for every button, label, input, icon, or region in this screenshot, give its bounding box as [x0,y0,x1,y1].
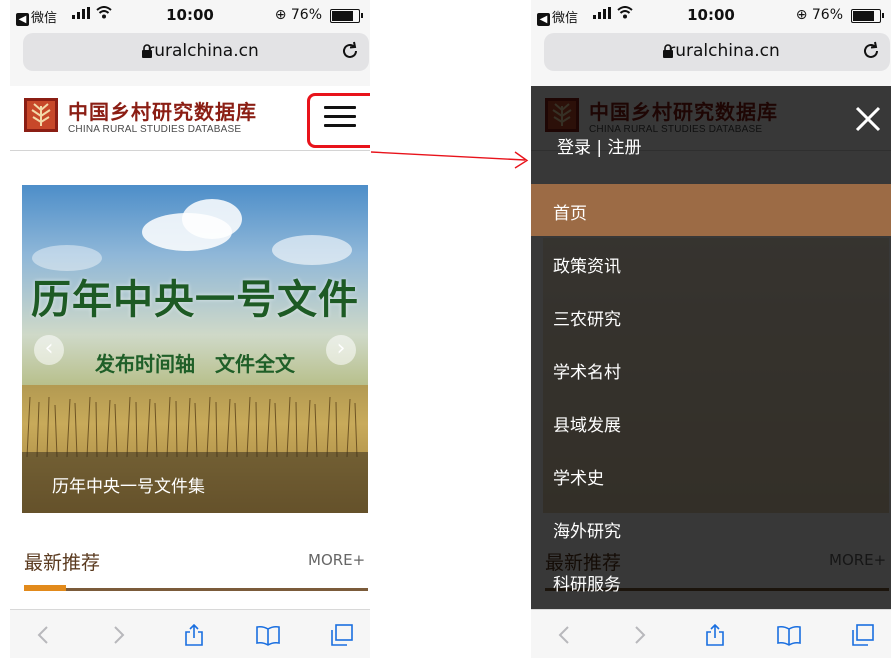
more-link[interactable]: MORE+ [308,551,365,569]
chevron-left-icon: ‹ [44,336,54,361]
url-field[interactable]: ruralchina.cn [544,33,890,71]
login-register-link[interactable]: 登录 | 注册 [557,133,642,158]
carousel-prev-button[interactable]: ‹ [34,335,64,365]
section-accent-bar [24,585,66,591]
menu-item[interactable]: 首页 [531,184,891,236]
menu-item[interactable]: 学术名村 [531,343,891,395]
battery-percent: ⊕ 76% [795,7,843,23]
menu-item-label: 科研服务 [553,575,621,595]
status-bar: ◀ 微信 10:00 ⊕ 76% [10,0,370,30]
tabs-icon[interactable] [851,624,875,646]
forward-icon[interactable] [106,624,130,646]
close-icon[interactable] [853,104,883,134]
carousel-next-button[interactable]: › [326,335,356,365]
menu-item[interactable]: 三农研究 [531,290,891,342]
logo-icon [24,98,58,132]
battery-percent-value: 76% [290,7,322,23]
reload-icon[interactable] [860,40,882,62]
menu-item-label: 学术史 [553,469,604,489]
menu-item-label: 县域发展 [553,416,621,436]
menu-item[interactable]: 政策资讯 [531,237,891,289]
site-name-cn: 中国乡村研究数据库 [68,100,257,124]
browser-toolbar [531,609,891,658]
chevron-right-icon: › [336,336,346,361]
menu-item[interactable]: 县域发展 [531,396,891,448]
battery-icon [851,9,884,23]
bookmarks-icon[interactable] [777,624,801,646]
highlight-annotation-box [307,93,370,148]
bookmarks-icon[interactable] [256,624,280,646]
battery-icon [330,9,363,23]
banner-carousel[interactable]: 历年中央一号文件 发布时间轴 文件全文 ‹ › 历年中央一号文件集 [22,185,368,513]
menu-item-label: 学术名村 [553,363,621,383]
phone-screen-before: ◀ 微信 10:00 ⊕ 76% ruralchina.cn 中国乡村研究数据库 … [10,0,370,658]
menu-item-label: 海外研究 [553,522,621,542]
browser-address-bar: ruralchina.cn [10,30,370,86]
battery-percent: ⊕ 76% [274,7,322,23]
banner-subtitle: 发布时间轴 文件全文 [95,352,295,376]
url-text: ruralchina.cn [668,41,780,61]
menu-item[interactable]: 海外研究 [531,502,891,554]
phone-screen-after: ◀微信 10:00 ⊕ 76% ruralchina.cn 中国乡村研究数据库 … [531,0,891,658]
banner-caption: 历年中央一号文件集 [52,477,205,497]
browser-address-bar: ruralchina.cn [531,30,891,86]
transition-arrow-icon [371,151,529,169]
section-divider [24,588,368,591]
status-bar: ◀ 微信 10:00 ⊕ 76% [531,0,891,30]
menu-item[interactable]: 科研服务 [531,555,891,607]
reload-icon[interactable] [339,40,361,62]
forward-icon[interactable] [627,624,651,646]
banner-caption-bar: 历年中央一号文件集 [22,452,368,513]
banner-title: 历年中央一号文件 [31,277,359,323]
url-text: ruralchina.cn [147,41,259,61]
browser-toolbar [10,609,370,658]
share-icon[interactable] [703,624,727,646]
menu-item-label: 首页 [553,204,587,224]
url-field[interactable]: ruralchina.cn [23,33,369,71]
back-icon[interactable] [32,624,56,646]
share-icon[interactable] [182,624,206,646]
tabs-icon[interactable] [330,624,354,646]
wheat-field-image [26,397,358,457]
section-title: 最新推荐 [24,552,101,574]
menu-item-label: 政策资讯 [553,257,621,277]
menu-item[interactable]: 学术史 [531,449,891,501]
menu-item-label: 三农研究 [553,310,621,330]
back-icon[interactable] [553,624,577,646]
battery-percent-value: 76% [811,7,843,23]
site-name-en: CHINA RURAL STUDIES DATABASE [68,124,242,135]
